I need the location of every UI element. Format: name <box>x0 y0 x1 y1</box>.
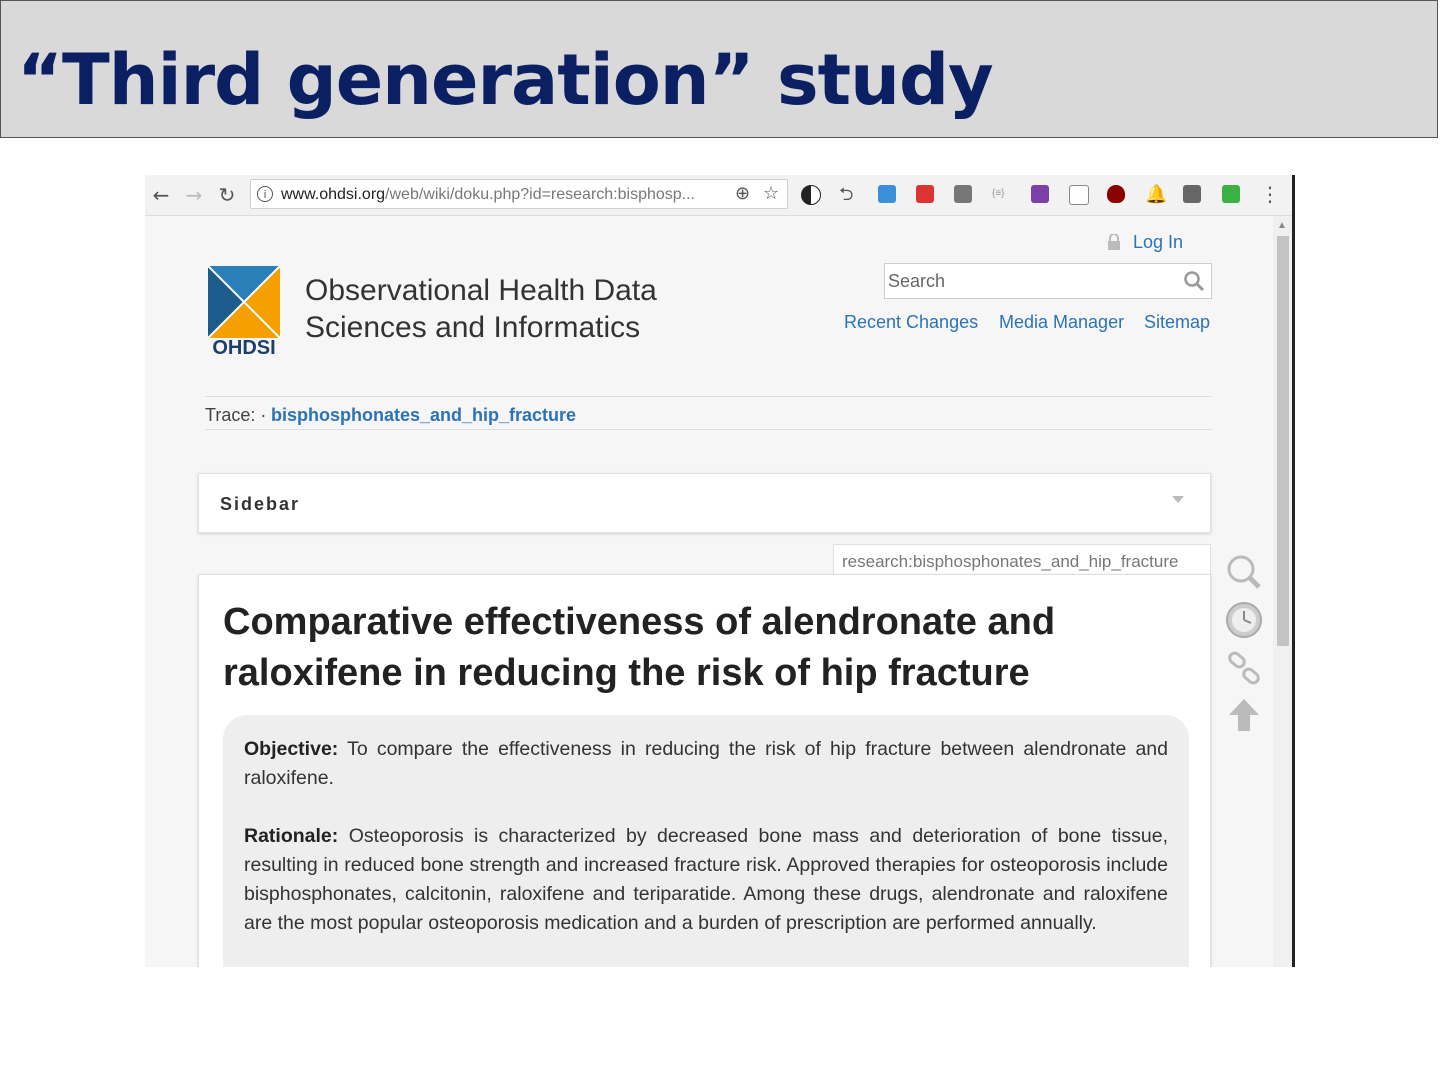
mail-extension-icon[interactable] <box>1183 185 1201 203</box>
login-link[interactable]: Log In <box>1108 232 1183 253</box>
trace-label: Trace: · <box>205 405 267 425</box>
reload-icon[interactable]: ↻ <box>215 183 239 207</box>
slide-header: “Third generation” study <box>0 0 1438 138</box>
url-text[interactable]: www.ohdsi.org/web/wiki/doku.php?id=resea… <box>281 186 695 204</box>
wiki-page: Log In OHDSI Observational Health Data S… <box>145 216 1273 967</box>
article-title: Comparative effectiveness of alendronate… <box>223 601 1056 694</box>
ohdsi-logo: OHDSI <box>208 266 280 358</box>
browser-window: ← → ↻ i www.ohdsi.org/web/wiki/doku.php?… <box>145 175 1295 967</box>
back-to-top-icon[interactable] <box>1223 695 1265 737</box>
search-input[interactable]: Search <box>884 263 1212 299</box>
chevron-down-icon <box>1172 496 1184 503</box>
objective-paragraph: Objective: To compare the effectiveness … <box>244 738 1168 789</box>
zoom-icon[interactable]: ⊕ <box>735 183 750 204</box>
media-manager-link[interactable]: Media Manager <box>999 312 1124 333</box>
forward-arrow-icon[interactable]: → <box>182 183 206 207</box>
scrollbar[interactable]: ▲ <box>1273 216 1292 967</box>
lock-icon <box>1108 234 1120 250</box>
reply-extension-icon[interactable]: ⮌ <box>839 185 857 203</box>
sidebar-toggle[interactable]: Sidebar <box>198 473 1211 533</box>
download-extension-icon[interactable] <box>1222 185 1240 203</box>
document-extension-icon[interactable] <box>1069 185 1089 205</box>
rationale-paragraph: Rationale: Osteoporosis is characterized… <box>244 825 1169 934</box>
address-bar[interactable]: i www.ohdsi.org/web/wiki/doku.php?id=res… <box>250 179 788 209</box>
search-icon[interactable] <box>1183 270 1205 292</box>
contrast-extension-icon[interactable] <box>801 185 821 205</box>
sidebar-label: Sidebar <box>220 494 301 514</box>
json-extension-icon[interactable]: {≡} <box>992 185 1010 203</box>
sitemap-link[interactable]: Sitemap <box>1144 312 1210 333</box>
window-extension-icon[interactable] <box>878 185 896 203</box>
page-id-tab: research:bisphosphonates_and_hip_fractur… <box>833 544 1211 576</box>
bell-extension-icon[interactable]: 🔔 <box>1145 185 1167 203</box>
onenote-extension-icon[interactable] <box>1031 185 1049 203</box>
article-content: Comparative effectiveness of alendronate… <box>198 574 1211 967</box>
lastpass-extension-icon[interactable] <box>916 185 934 203</box>
back-arrow-icon[interactable]: ← <box>149 183 173 207</box>
info-icon[interactable]: i <box>257 186 273 202</box>
star-icon[interactable]: ☆ <box>763 183 779 204</box>
site-title[interactable]: Observational Health Data Sciences and I… <box>305 272 657 346</box>
scroll-thumb[interactable] <box>1277 236 1289 646</box>
search-tool-icon[interactable] <box>1223 551 1265 593</box>
slide-title: “Third generation” study <box>17 39 994 121</box>
recent-changes-link[interactable]: Recent Changes <box>844 312 978 333</box>
ublock-extension-icon[interactable] <box>1107 185 1125 203</box>
square-extension-icon[interactable] <box>954 185 972 203</box>
abstract-box: Objective: To compare the effectiveness … <box>223 715 1189 967</box>
browser-toolbar: ← → ↻ i www.ohdsi.org/web/wiki/doku.php?… <box>145 175 1292 216</box>
breadcrumb: Trace: · bisphosphonates_and_hip_fractur… <box>205 396 1212 430</box>
trace-link[interactable]: bisphosphonates_and_hip_fracture <box>271 405 576 426</box>
clock-icon[interactable] <box>1223 599 1265 641</box>
scroll-up-icon[interactable]: ▲ <box>1277 220 1287 231</box>
link-icon[interactable] <box>1223 647 1265 689</box>
menu-dots-icon[interactable]: ⋮ <box>1258 182 1282 206</box>
logo-text: OHDSI <box>212 337 275 358</box>
